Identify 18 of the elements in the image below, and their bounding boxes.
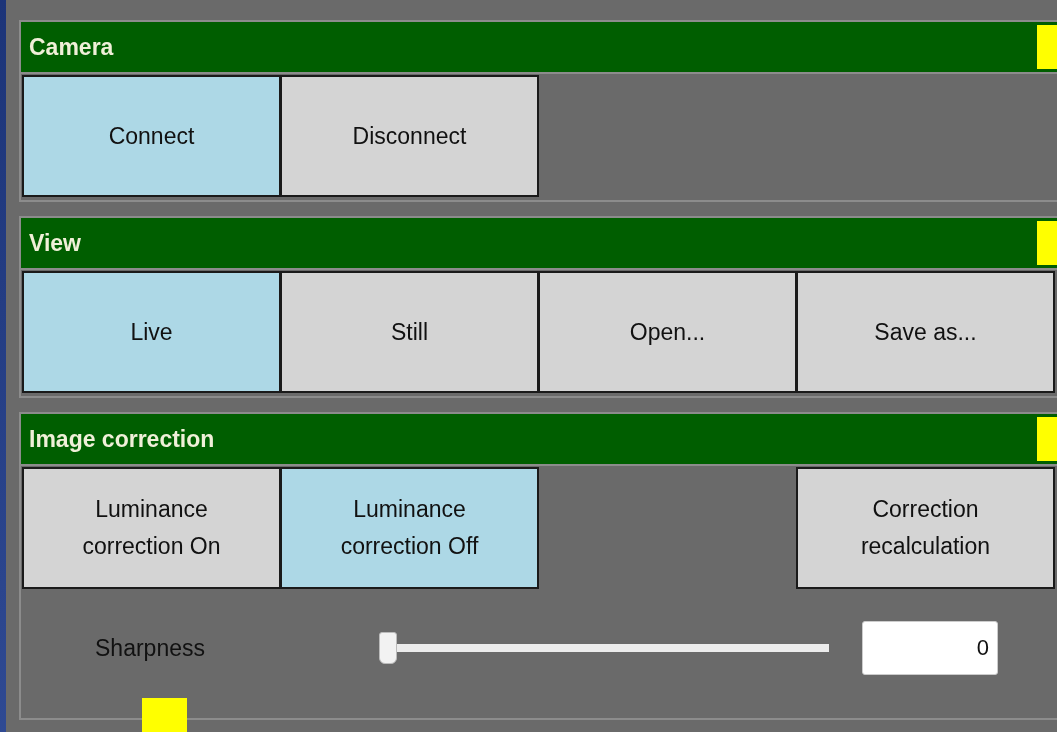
toggle-button[interactable]: Luminance correction Off [280, 467, 539, 589]
toggle-button[interactable]: Luminance correction On [22, 467, 281, 589]
status-indicator [1037, 25, 1057, 69]
section-title: Image correction [28, 425, 215, 453]
toggle-button[interactable]: Still [280, 271, 539, 393]
toggle-button[interactable]: Open... [538, 271, 797, 393]
toggle-button[interactable]: Connect [22, 75, 281, 197]
slider-thumb[interactable] [379, 632, 397, 664]
slider-label: Sharpness [95, 634, 205, 661]
section-title: View [28, 229, 81, 257]
section-title: Camera [28, 33, 114, 61]
status-indicator [1037, 417, 1057, 461]
toggle-button[interactable]: Disconnect [280, 75, 539, 197]
toggle-button[interactable]: Correction recalculation [796, 467, 1055, 589]
status-indicator [1037, 221, 1057, 265]
toggle-button[interactable]: Live [22, 271, 281, 393]
value-field[interactable]: 0 [862, 621, 998, 675]
toggle-button[interactable]: Save as... [796, 271, 1055, 393]
